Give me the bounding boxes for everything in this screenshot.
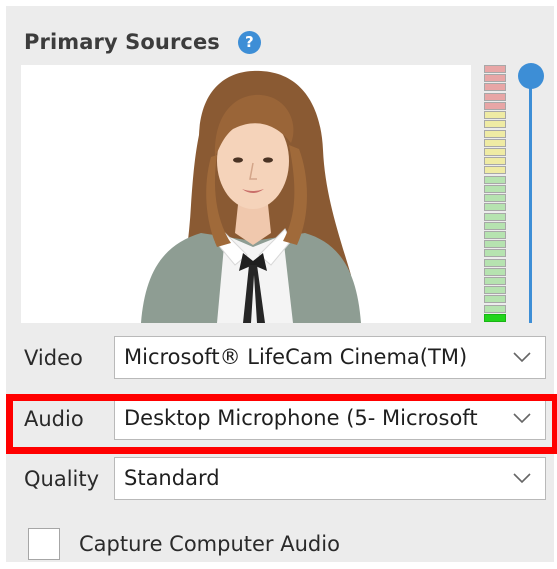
volume-slider-thumb[interactable]	[518, 63, 544, 89]
capture-computer-audio-label: Capture Computer Audio	[79, 532, 340, 556]
meter-segment	[484, 101, 506, 110]
panel-header: Primary Sources ?	[24, 30, 261, 54]
meter-segment	[484, 286, 506, 295]
meter-segment	[484, 120, 506, 129]
meter-segment	[484, 83, 506, 92]
video-source-dropdown[interactable]: Microsoft® LifeCam Cinema(TM)	[114, 336, 546, 379]
meter-segment	[484, 221, 506, 230]
meter-segment	[484, 240, 506, 249]
audio-label: Audio	[24, 407, 84, 431]
audio-source-dropdown[interactable]: Desktop Microphone (5- Microsoft	[114, 397, 546, 440]
capture-computer-audio-checkbox[interactable]	[28, 528, 60, 560]
quality-value: Standard	[124, 466, 220, 490]
meter-segment	[484, 92, 506, 101]
meter-segment	[484, 203, 506, 212]
meter-segment	[484, 230, 506, 239]
meter-segment	[484, 111, 506, 120]
meter-segment	[484, 166, 506, 175]
quality-label: Quality	[24, 467, 100, 491]
panel-title: Primary Sources	[24, 30, 220, 54]
chevron-down-icon	[513, 413, 531, 424]
audio-source-value: Desktop Microphone (5- Microsoft	[124, 406, 478, 430]
meter-segment	[484, 277, 506, 286]
meter-segment	[484, 304, 506, 313]
meter-segment	[484, 129, 506, 138]
meter-segment	[484, 147, 506, 156]
meter-segment	[484, 175, 506, 184]
video-field-row: Video Microsoft® LifeCam Cinema(TM)	[6, 334, 554, 382]
meter-segment	[484, 295, 506, 304]
chevron-down-icon	[513, 352, 531, 363]
meter-segment	[484, 157, 506, 166]
video-label: Video	[24, 346, 83, 370]
meter-segment	[484, 74, 506, 83]
video-source-value: Microsoft® LifeCam Cinema(TM)	[124, 345, 468, 369]
volume-slider-track[interactable]	[529, 76, 532, 323]
chevron-down-icon	[513, 473, 531, 484]
meter-segment	[484, 249, 506, 258]
quality-dropdown[interactable]: Standard	[114, 457, 546, 500]
meter-segment	[484, 138, 506, 147]
quality-field-row: Quality Standard	[6, 455, 554, 503]
meter-segment	[484, 313, 506, 322]
webcam-preview-image	[21, 65, 471, 323]
primary-sources-panel: Primary Sources ? Video Microsoft® LifeC…	[6, 6, 557, 562]
meter-segment	[484, 258, 506, 267]
meter-segment	[484, 212, 506, 221]
video-preview	[21, 65, 471, 323]
meter-segment	[484, 184, 506, 193]
audio-field-row: Audio Desktop Microphone (5- Microsoft	[6, 395, 554, 443]
meter-segment	[484, 194, 506, 203]
meter-segment	[484, 267, 506, 276]
audio-level-meter	[484, 65, 506, 322]
capture-computer-audio-option[interactable]: Capture Computer Audio	[28, 528, 340, 560]
meter-segment	[484, 65, 506, 73]
question-circle-icon[interactable]: ?	[237, 30, 261, 54]
